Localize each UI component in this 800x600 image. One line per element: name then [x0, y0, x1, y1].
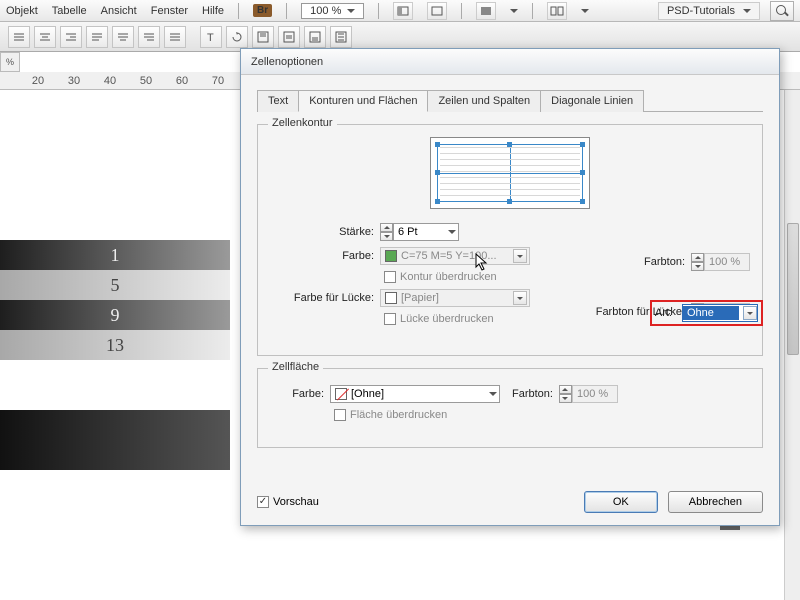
ok-button[interactable]: OK [584, 491, 658, 513]
valign-justify-icon[interactable] [330, 26, 352, 48]
arrange-icon[interactable] [547, 2, 567, 20]
tint-stepper[interactable] [691, 253, 704, 271]
color-swatch-icon [385, 250, 397, 262]
cell-fill-group: Zellfläche Farbe: [Ohne] Farbton: 100 % … [257, 368, 763, 448]
workspace-switcher[interactable]: PSD-Tutorials [658, 2, 760, 20]
menu-hilfe[interactable]: Hilfe [202, 5, 224, 17]
overprint-stroke-label: Kontur überdrucken [400, 271, 497, 283]
separator [461, 3, 462, 19]
none-swatch-icon [335, 388, 347, 400]
align-icon[interactable] [112, 26, 134, 48]
tab-text[interactable]: Text [257, 90, 299, 112]
align-icon[interactable] [8, 26, 30, 48]
overprint-fill-label: Fläche überdrucken [350, 409, 447, 421]
group-legend: Zellenkontur [268, 117, 337, 129]
separator [238, 3, 239, 19]
tint-label: Farbton: [644, 256, 691, 268]
table-preview: 1 5 9 13 [0, 240, 230, 360]
color-label: Farbe: [270, 250, 380, 262]
table-row: 5 [0, 270, 230, 300]
separator [286, 3, 287, 19]
table-row: 13 [0, 330, 230, 360]
bridge-icon[interactable]: Br [253, 4, 272, 17]
chevron-down-icon[interactable] [510, 9, 518, 13]
overprint-fill-checkbox[interactable] [334, 409, 346, 421]
ruler-corner: % [0, 52, 20, 72]
fill-tint-label: Farbton: [512, 388, 559, 400]
separator [532, 3, 533, 19]
fill-tint-field[interactable]: 100 % [572, 385, 618, 403]
gap-color-combo[interactable]: [Papier] [380, 289, 530, 307]
screen-mode-icon[interactable] [476, 2, 496, 20]
align-icon[interactable] [164, 26, 186, 48]
valign-mid-icon[interactable] [278, 26, 300, 48]
text-direction-icon[interactable]: T [200, 26, 222, 48]
menubar: Objekt Tabelle Ansicht Fenster Hilfe Br … [0, 0, 800, 22]
search-icon [776, 5, 788, 17]
svg-text:T: T [207, 32, 214, 43]
dialog-title: Zellenoptionen [241, 49, 779, 75]
valign-top-icon[interactable] [252, 26, 274, 48]
image-block [0, 410, 230, 470]
view-mode-icon[interactable] [427, 2, 447, 20]
gap-color-label: Farbe für Lücke: [270, 292, 380, 304]
valign-bot-icon[interactable] [304, 26, 326, 48]
vertical-scrollbar[interactable] [784, 90, 800, 600]
color-combo[interactable]: C=75 M=5 Y=100... [380, 247, 530, 265]
align-icon[interactable] [34, 26, 56, 48]
overprint-gap-label: Lücke überdrucken [400, 313, 494, 325]
menu-tabelle[interactable]: Tabelle [52, 5, 87, 17]
zoom-combo[interactable]: 100 % [301, 3, 364, 19]
table-row: 1 [0, 240, 230, 270]
menu-ansicht[interactable]: Ansicht [101, 5, 137, 17]
weight-combo[interactable]: 6 Pt [393, 223, 459, 241]
align-icon[interactable] [138, 26, 160, 48]
search-button[interactable] [770, 1, 794, 21]
overprint-gap-checkbox[interactable] [384, 313, 396, 325]
tab-diagonal[interactable]: Diagonale Linien [540, 90, 644, 112]
separator [378, 3, 379, 19]
cell-options-dialog: Zellenoptionen Text Konturen und Flächen… [240, 48, 780, 526]
group-legend: Zellfläche [268, 361, 323, 373]
fill-tint-stepper[interactable] [559, 385, 572, 403]
weight-stepper[interactable] [380, 223, 393, 241]
dialog-tabs: Text Konturen und Flächen Zeilen und Spa… [257, 89, 763, 112]
type-label: Art: [655, 307, 678, 319]
border-preview[interactable] [430, 137, 590, 209]
preview-label: Vorschau [273, 496, 319, 508]
fill-color-label: Farbe: [270, 388, 330, 400]
tab-borders-fills[interactable]: Konturen und Flächen [298, 90, 428, 112]
rotate-icon[interactable] [226, 26, 248, 48]
preview-checkbox[interactable] [257, 496, 269, 508]
table-row: 9 [0, 300, 230, 330]
align-icon[interactable] [60, 26, 82, 48]
align-icon[interactable] [86, 26, 108, 48]
chevron-down-icon[interactable] [581, 9, 589, 13]
menu-fenster[interactable]: Fenster [151, 5, 188, 17]
type-combo[interactable]: Ohne [682, 304, 758, 322]
menu-objekt[interactable]: Objekt [6, 5, 38, 17]
paper-swatch-icon [385, 292, 397, 304]
tab-rows-cols[interactable]: Zeilen und Spalten [427, 90, 541, 112]
tint-field[interactable]: 100 % [704, 253, 750, 271]
fill-color-combo[interactable]: [Ohne] [330, 385, 500, 403]
weight-label: Stärke: [270, 226, 380, 238]
type-highlight: Art: Ohne [650, 300, 763, 326]
view-mode-icon[interactable] [393, 2, 413, 20]
cancel-button[interactable]: Abbrechen [668, 491, 763, 513]
overprint-stroke-checkbox[interactable] [384, 271, 396, 283]
